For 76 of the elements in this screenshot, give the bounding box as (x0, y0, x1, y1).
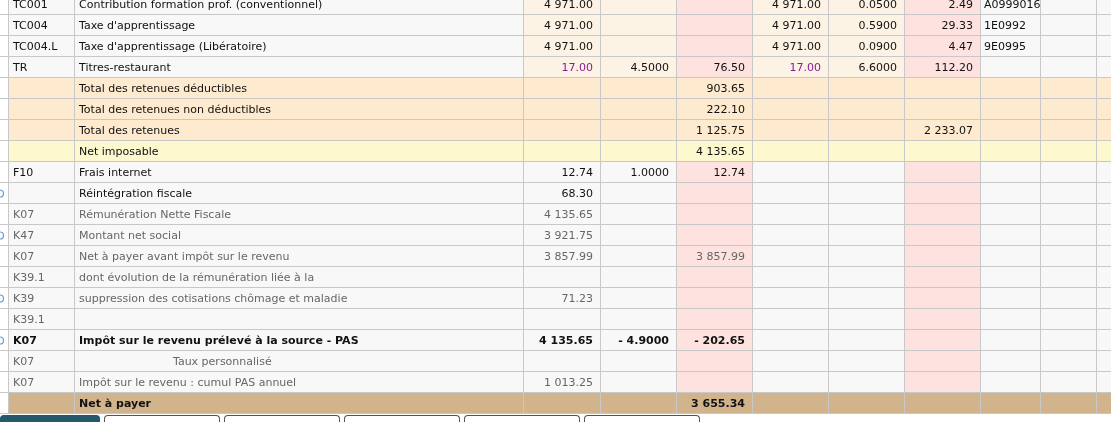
table-cell: Réintégration fiscale (74, 183, 523, 203)
table-cell: K39.1 (8, 309, 74, 329)
table-cell: 68.30 (523, 183, 600, 203)
table-cell: 903.65 (676, 78, 752, 98)
table-cell: 17.00 (752, 57, 828, 77)
table-cell: 1E0992 (980, 15, 1040, 35)
marker-icon[interactable] (0, 335, 4, 345)
table-cell: 4 971.00 (523, 0, 600, 14)
table-cell: 0.0500 (828, 0, 904, 14)
table-cell: 9E0995 (980, 36, 1040, 56)
table-cell: 112.20 (904, 57, 980, 77)
table-cell: Net imposable (74, 141, 523, 161)
sheet-tab[interactable] (224, 415, 340, 422)
table-cell: dont évolution de la rémunération liée à la (74, 267, 523, 287)
table-cell: K47 (8, 225, 74, 245)
table-cell: 222.10 (676, 99, 752, 119)
table-cell: 2 233.07 (904, 120, 980, 140)
table-cell: Total des retenues déductibles (74, 78, 523, 98)
table-cell: suppression des cotisations chômage et maladie (74, 288, 523, 308)
table-cell: 1 013.25 (523, 372, 600, 392)
table-cell: 0.0900 (828, 36, 904, 56)
table-cell: 4.5000 (600, 57, 676, 77)
table-cell: 0.5900 (828, 15, 904, 35)
table-cell: Montant net social (74, 225, 523, 245)
table-cell: Net à payer avant impôt sur le revenu (74, 246, 523, 266)
table-cell: 3 857.99 (676, 246, 752, 266)
table-cell: 71.23 (523, 288, 600, 308)
table-cell: 3 655.34 (676, 393, 752, 413)
table-cell: 29.33 (904, 15, 980, 35)
sheet-tab[interactable] (104, 415, 220, 422)
table-cell: TC004.L (8, 36, 74, 56)
table-cell: 2.49 (904, 0, 980, 14)
table-cell: Frais internet (74, 162, 523, 182)
table-cell: 12.74 (676, 162, 752, 182)
table-cell: 1 125.75 (676, 120, 752, 140)
table-cell: 4 135.65 (676, 141, 752, 161)
marker-icon[interactable] (0, 293, 4, 303)
table-cell: Net à payer (74, 393, 523, 413)
table-cell: - 202.65 (676, 330, 752, 350)
table-cell: F10 (8, 162, 74, 182)
table-cell: Taux personnalisé (74, 351, 523, 371)
table-cell: 4.47 (904, 36, 980, 56)
table-cell: 4 971.00 (523, 15, 600, 35)
table-cell: K07 (8, 372, 74, 392)
marker-icon[interactable] (0, 230, 4, 240)
table-cell: Rémunération Nette Fiscale (74, 204, 523, 224)
table-cell: TC004 (8, 15, 74, 35)
table-cell: 3 857.99 (523, 246, 600, 266)
table-cell: Impôt sur le revenu prélevé à la source - PAS (74, 330, 523, 350)
table-cell: 4 971.00 (523, 36, 600, 56)
table-cell: 4 135.65 (523, 330, 600, 350)
table-cell: K39.1 (8, 267, 74, 287)
table-cell: 76.50 (676, 57, 752, 77)
table-cell: K07 (8, 204, 74, 224)
table-cell: K07 (8, 246, 74, 266)
table-cell: K07 (8, 330, 74, 350)
table-cell: Total des retenues non déductibles (74, 99, 523, 119)
table-cell: K07 (8, 351, 74, 371)
table-cell: K39 (8, 288, 74, 308)
table-cell: 4 971.00 (752, 36, 828, 56)
table-cell: TC001 (8, 0, 74, 14)
table-cell: TR (8, 57, 74, 77)
table-cell: 4 971.00 (752, 15, 828, 35)
sheet-tab[interactable] (344, 415, 460, 422)
table-cell: 12.74 (523, 162, 600, 182)
table-cell: Impôt sur le revenu : cumul PAS annuel (74, 372, 523, 392)
table-cell: 4 971.00 (752, 0, 828, 14)
marker-icon[interactable] (0, 188, 4, 198)
table-cell: 6.6000 (828, 57, 904, 77)
table-cell: 17.00 (523, 57, 600, 77)
sheet-tab[interactable] (584, 415, 700, 422)
table-cell: 3 921.75 (523, 225, 600, 245)
sheet-tab[interactable] (464, 415, 580, 422)
table-cell: Total des retenues (74, 120, 523, 140)
table-cell: 4 135.65 (523, 204, 600, 224)
table-cell: A0999016 (980, 0, 1040, 14)
